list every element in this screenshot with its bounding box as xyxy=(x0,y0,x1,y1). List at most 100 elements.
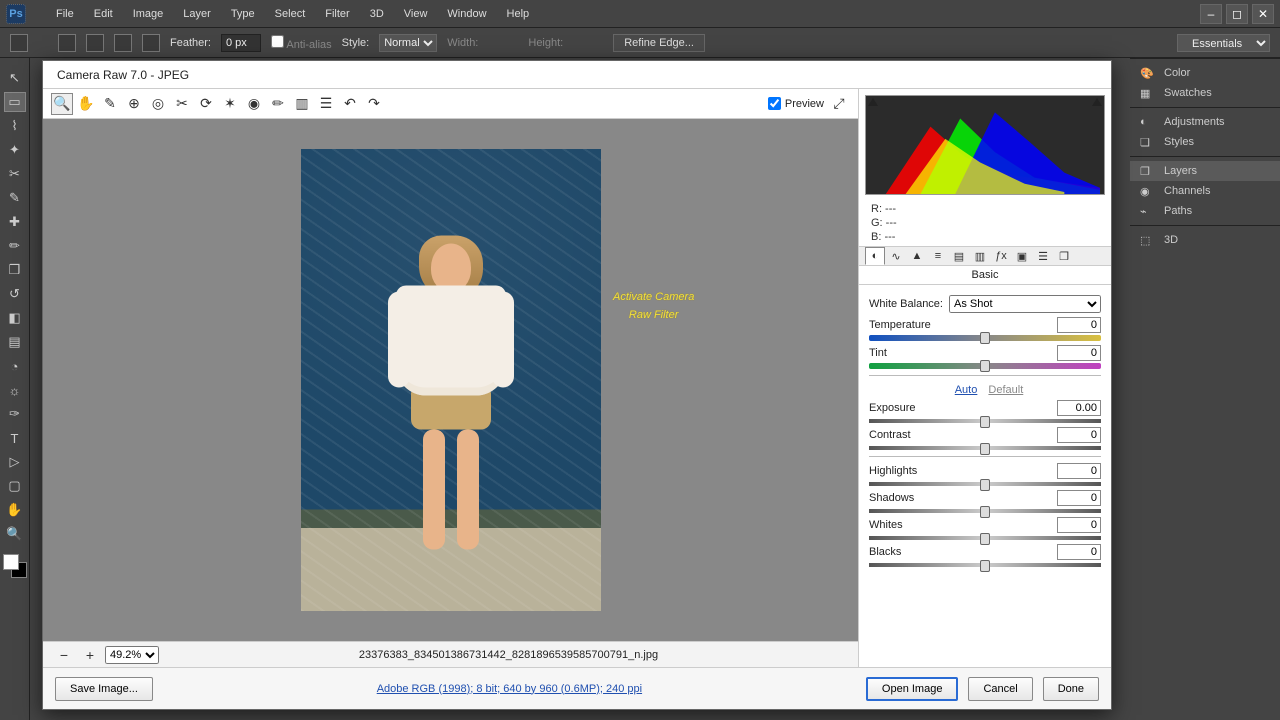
path-select-tool-icon[interactable]: ▷ xyxy=(4,452,26,472)
preview-checkbox[interactable] xyxy=(768,97,781,110)
cr-color-sampler-icon[interactable]: ⊕ xyxy=(123,93,145,115)
refine-edge-button[interactable]: Refine Edge... xyxy=(613,34,705,52)
cancel-button[interactable]: Cancel xyxy=(968,677,1032,701)
new-selection-icon[interactable] xyxy=(58,34,76,52)
panel-channels[interactable]: ◉Channels xyxy=(1130,181,1280,201)
menu-filter[interactable]: Filter xyxy=(315,0,359,28)
highlights-slider[interactable] xyxy=(869,482,1101,486)
wb-select[interactable]: As Shot xyxy=(949,295,1101,313)
marquee-tool-icon[interactable] xyxy=(10,34,28,52)
done-button[interactable]: Done xyxy=(1043,677,1099,701)
tab-presets-icon[interactable]: ☰ xyxy=(1033,247,1053,265)
text-tool-icon[interactable]: T xyxy=(4,428,26,448)
open-image-button[interactable]: Open Image xyxy=(866,677,959,701)
stamp-tool-icon[interactable]: ❒ xyxy=(4,260,26,280)
cr-rotate-cw-icon[interactable]: ↷ xyxy=(363,93,385,115)
temperature-input[interactable] xyxy=(1057,317,1101,333)
menu-view[interactable]: View xyxy=(394,0,438,28)
pen-tool-icon[interactable]: ✑ xyxy=(4,404,26,424)
window-minimize-button[interactable]: – xyxy=(1200,4,1222,24)
shadows-input[interactable] xyxy=(1057,490,1101,506)
highlight-clip-icon[interactable] xyxy=(1092,98,1102,106)
tab-camera-icon[interactable]: ▣ xyxy=(1012,247,1032,265)
exposure-slider[interactable] xyxy=(869,419,1101,423)
panel-styles[interactable]: ❏Styles xyxy=(1130,132,1280,152)
menu-3d[interactable]: 3D xyxy=(360,0,394,28)
quick-select-tool-icon[interactable]: ✦ xyxy=(4,140,26,160)
tab-detail-icon[interactable]: ▲ xyxy=(907,247,927,265)
window-close-button[interactable]: ✕ xyxy=(1252,4,1274,24)
cr-rotate-ccw-icon[interactable]: ↶ xyxy=(339,93,361,115)
tab-snapshots-icon[interactable]: ❐ xyxy=(1054,247,1074,265)
window-maximize-button[interactable]: ◻ xyxy=(1226,4,1248,24)
cr-wb-tool-icon[interactable]: ✎ xyxy=(99,93,121,115)
menu-edit[interactable]: Edit xyxy=(84,0,123,28)
color-swatches[interactable] xyxy=(3,554,27,578)
cr-grad-filter-icon[interactable]: ▥ xyxy=(291,93,313,115)
antialias-checkbox[interactable] xyxy=(271,35,284,48)
lasso-tool-icon[interactable]: ⌇ xyxy=(4,116,26,136)
intersect-selection-icon[interactable] xyxy=(142,34,160,52)
cr-prefs-tool-icon[interactable]: ☰ xyxy=(315,93,337,115)
tab-hsl-icon[interactable]: ≡ xyxy=(928,247,948,265)
subtract-selection-icon[interactable] xyxy=(114,34,132,52)
contrast-slider[interactable] xyxy=(869,446,1101,450)
move-tool-icon[interactable]: ↖ xyxy=(4,68,26,88)
feather-input[interactable] xyxy=(221,34,261,52)
menu-layer[interactable]: Layer xyxy=(173,0,221,28)
save-image-button[interactable]: Save Image... xyxy=(55,677,153,701)
menu-image[interactable]: Image xyxy=(123,0,174,28)
menu-file[interactable]: File xyxy=(46,0,84,28)
panel-swatches[interactable]: ▦Swatches xyxy=(1130,83,1280,103)
contrast-input[interactable] xyxy=(1057,427,1101,443)
tab-fx-icon[interactable]: ƒx xyxy=(991,247,1011,265)
shadow-clip-icon[interactable] xyxy=(868,98,878,106)
auto-link[interactable]: Auto xyxy=(955,384,978,396)
tab-curve-icon[interactable]: ∿ xyxy=(886,247,906,265)
style-select[interactable]: Normal xyxy=(379,34,437,52)
menu-help[interactable]: Help xyxy=(497,0,540,28)
cr-redeye-tool-icon[interactable]: ◉ xyxy=(243,93,265,115)
shape-tool-icon[interactable]: ▢ xyxy=(4,476,26,496)
whites-input[interactable] xyxy=(1057,517,1101,533)
cr-targeted-adjust-icon[interactable]: ◎ xyxy=(147,93,169,115)
blacks-slider[interactable] xyxy=(869,563,1101,567)
panel-3d[interactable]: ⬚3D xyxy=(1130,230,1280,250)
tab-lens-icon[interactable]: ▥ xyxy=(970,247,990,265)
workflow-link[interactable]: Adobe RGB (1998); 8 bit; 640 by 960 (0.6… xyxy=(377,683,642,695)
gradient-tool-icon[interactable]: ▤ xyxy=(4,332,26,352)
healing-tool-icon[interactable]: ✚ xyxy=(4,212,26,232)
temperature-slider[interactable] xyxy=(869,335,1101,341)
add-selection-icon[interactable] xyxy=(86,34,104,52)
cr-adjust-brush-icon[interactable]: ✏ xyxy=(267,93,289,115)
cr-straighten-tool-icon[interactable]: ⟳ xyxy=(195,93,217,115)
panel-color[interactable]: 🎨Color xyxy=(1130,63,1280,83)
panel-adjustments[interactable]: ◐Adjustments xyxy=(1130,112,1280,132)
zoom-out-button[interactable]: − xyxy=(53,644,75,666)
cr-spot-removal-icon[interactable]: ✶ xyxy=(219,93,241,115)
crop-tool-icon[interactable]: ✂ xyxy=(4,164,26,184)
preview-canvas[interactable]: Activate Camera Raw Filter xyxy=(43,119,858,641)
marquee-rect-tool-icon[interactable]: ▭ xyxy=(4,92,26,112)
fullscreen-toggle-icon[interactable]: ⤢ xyxy=(828,93,850,115)
cr-zoom-tool-icon[interactable]: 🔍 xyxy=(51,93,73,115)
whites-slider[interactable] xyxy=(869,536,1101,540)
zoom-tool-icon[interactable]: 🔍 xyxy=(4,524,26,544)
menu-type[interactable]: Type xyxy=(221,0,265,28)
menu-select[interactable]: Select xyxy=(265,0,316,28)
panel-layers[interactable]: ❐Layers xyxy=(1130,161,1280,181)
menu-window[interactable]: Window xyxy=(437,0,496,28)
tint-slider[interactable] xyxy=(869,363,1101,369)
exposure-input[interactable] xyxy=(1057,400,1101,416)
zoom-select[interactable]: 49.2% xyxy=(105,646,159,664)
cr-hand-tool-icon[interactable]: ✋ xyxy=(75,93,97,115)
default-link[interactable]: Default xyxy=(988,384,1023,396)
tab-split-icon[interactable]: ▤ xyxy=(949,247,969,265)
blacks-input[interactable] xyxy=(1057,544,1101,560)
tab-basic-icon[interactable]: ◐ xyxy=(865,247,885,265)
history-brush-tool-icon[interactable]: ↺ xyxy=(4,284,26,304)
brush-tool-icon[interactable]: ✏ xyxy=(4,236,26,256)
hand-tool-icon[interactable]: ✋ xyxy=(4,500,26,520)
shadows-slider[interactable] xyxy=(869,509,1101,513)
blur-tool-icon[interactable]: ◔ xyxy=(4,356,26,376)
